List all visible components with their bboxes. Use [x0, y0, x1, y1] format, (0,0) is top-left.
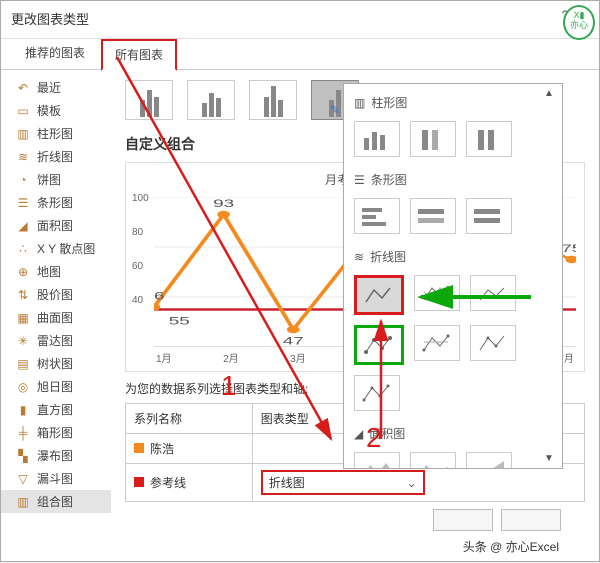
chart-type-flyout: ▲ ▥柱形图 ☰条形图 ≋折线图 ◢面积图 ▼: [343, 83, 563, 469]
chart-type-icon: ╪: [15, 426, 31, 440]
opt-column-3[interactable]: [466, 121, 512, 157]
ok-button[interactable]: [433, 509, 493, 531]
swatch-icon: [134, 443, 144, 453]
area-icon: ◢: [354, 427, 363, 441]
opt-bar-3[interactable]: [466, 198, 512, 234]
tab-strip: 推荐的图表 所有图表: [1, 38, 599, 70]
titlebar: 更改图表类型 ? X▮亦心: [1, 1, 599, 32]
sidebar-item-8[interactable]: ⊕地图: [1, 260, 111, 283]
tab-all-charts[interactable]: 所有图表: [101, 39, 177, 71]
chart-type-icon: ↶: [15, 81, 31, 95]
sidebar-item-7[interactable]: ∴X Y 散点图: [1, 237, 111, 260]
chart-type-icon: ⊕: [15, 265, 31, 279]
sidebar-item-12[interactable]: ▤树状图: [1, 352, 111, 375]
chart-type-icon: ◔: [15, 173, 31, 187]
watermark-badge: X▮亦心: [563, 5, 595, 40]
sidebar-item-6[interactable]: ◢面积图: [1, 214, 111, 237]
sidebar-item-18[interactable]: ▥组合图: [1, 490, 111, 513]
chevron-down-icon: ⌄: [407, 476, 417, 490]
chart-type-icon: ▽: [15, 472, 31, 486]
chart-type-icon: ▮: [15, 403, 31, 417]
opt-bar-1[interactable]: [354, 198, 400, 234]
sidebar-item-1[interactable]: ▭模板: [1, 99, 111, 122]
window-title: 更改图表类型: [11, 12, 89, 27]
annotation-2: 2: [366, 422, 382, 454]
opt-line-1[interactable]: [354, 275, 404, 315]
chart-type-icon: ∴: [15, 242, 31, 256]
chart-type-icon: ◢: [15, 219, 31, 233]
svg-text:93: 93: [213, 198, 234, 210]
opt-line-5[interactable]: [414, 325, 460, 361]
tab-recommended[interactable]: 推荐的图表: [13, 39, 97, 69]
opt-line-6[interactable]: [470, 325, 516, 361]
dialog-buttons: [433, 509, 561, 531]
swatch-icon: [134, 477, 144, 487]
chart-type-icon: ⇅: [15, 288, 31, 302]
chart-type-icon: ▥: [15, 495, 31, 509]
chart-type-icon: ◎: [15, 380, 31, 394]
col-series-name: 系列名称: [126, 404, 253, 434]
column-icon: ▥: [354, 96, 365, 110]
subtype-2[interactable]: [187, 80, 235, 120]
sidebar-item-9[interactable]: ⇅股价图: [1, 283, 111, 306]
cancel-button[interactable]: [501, 509, 561, 531]
sidebar-item-2[interactable]: ▥柱形图: [1, 122, 111, 145]
chart-type-icon: ✳: [15, 334, 31, 348]
sidebar-item-11[interactable]: ✳雷达图: [1, 329, 111, 352]
opt-bar-2[interactable]: [410, 198, 456, 234]
sidebar-item-4[interactable]: ◔饼图: [1, 168, 111, 191]
sidebar-item-16[interactable]: ▚瀑布图: [1, 444, 111, 467]
sidebar-item-0[interactable]: ↶最近: [1, 76, 111, 99]
svg-text:75: 75: [561, 243, 576, 255]
chart-type-sidebar: ↶最近▭模板▥柱形图≋折线图◔饼图☰条形图◢面积图∴X Y 散点图⊕地图⇅股价图…: [1, 70, 111, 550]
change-chart-type-dialog: 更改图表类型 ? X▮亦心 推荐的图表 所有图表 ↶最近▭模板▥柱形图≋折线图◔…: [0, 0, 600, 562]
flyout-group-bar: ☰条形图: [344, 167, 562, 192]
chart-type-icon: ▦: [15, 311, 31, 325]
chart-type-icon: ▥: [15, 127, 31, 141]
chart-type-icon: ☰: [15, 196, 31, 210]
svg-text:55: 55: [169, 315, 191, 327]
chart-type-icon: ▚: [15, 449, 31, 463]
opt-column-2[interactable]: [410, 121, 456, 157]
sidebar-item-14[interactable]: ▮直方图: [1, 398, 111, 421]
bar-icon: ☰: [354, 173, 365, 187]
opt-line-3[interactable]: [470, 275, 516, 311]
svg-text:56: 56: [154, 290, 165, 302]
series-type-combo[interactable]: 折线图 ⌄: [261, 470, 425, 495]
flyout-group-column: ▥柱形图: [344, 90, 562, 115]
sidebar-item-13[interactable]: ◎旭日图: [1, 375, 111, 398]
subtype-3[interactable]: [249, 80, 297, 120]
flyout-group-line: ≋折线图: [344, 244, 562, 269]
sidebar-item-15[interactable]: ╪箱形图: [1, 421, 111, 444]
annotation-1: 1: [221, 370, 237, 402]
series-row-2: 参考线 折线图 ⌄: [126, 464, 585, 502]
chart-type-icon: ▤: [15, 357, 31, 371]
opt-area-2[interactable]: [410, 452, 456, 469]
sidebar-item-10[interactable]: ▦曲面图: [1, 306, 111, 329]
sidebar-item-17[interactable]: ▽漏斗图: [1, 467, 111, 490]
opt-line-4[interactable]: [354, 325, 404, 365]
chart-type-icon: ▭: [15, 104, 31, 118]
chart-type-icon: ≋: [15, 150, 31, 164]
opt-line-2[interactable]: [414, 275, 460, 311]
svg-text:47: 47: [283, 335, 304, 347]
credit-text: 头条 @ 亦心Excel: [463, 538, 559, 555]
sidebar-item-3[interactable]: ≋折线图: [1, 145, 111, 168]
opt-area-1[interactable]: [354, 452, 400, 469]
opt-column-1[interactable]: [354, 121, 400, 157]
sidebar-item-5[interactable]: ☰条形图: [1, 191, 111, 214]
line-icon: ≋: [354, 250, 364, 264]
subtype-1[interactable]: [125, 80, 173, 120]
scroll-up-icon[interactable]: ▲: [544, 88, 560, 99]
opt-area-3[interactable]: [466, 452, 512, 469]
scroll-down-icon[interactable]: ▼: [544, 453, 560, 464]
opt-line-7[interactable]: [354, 375, 400, 411]
